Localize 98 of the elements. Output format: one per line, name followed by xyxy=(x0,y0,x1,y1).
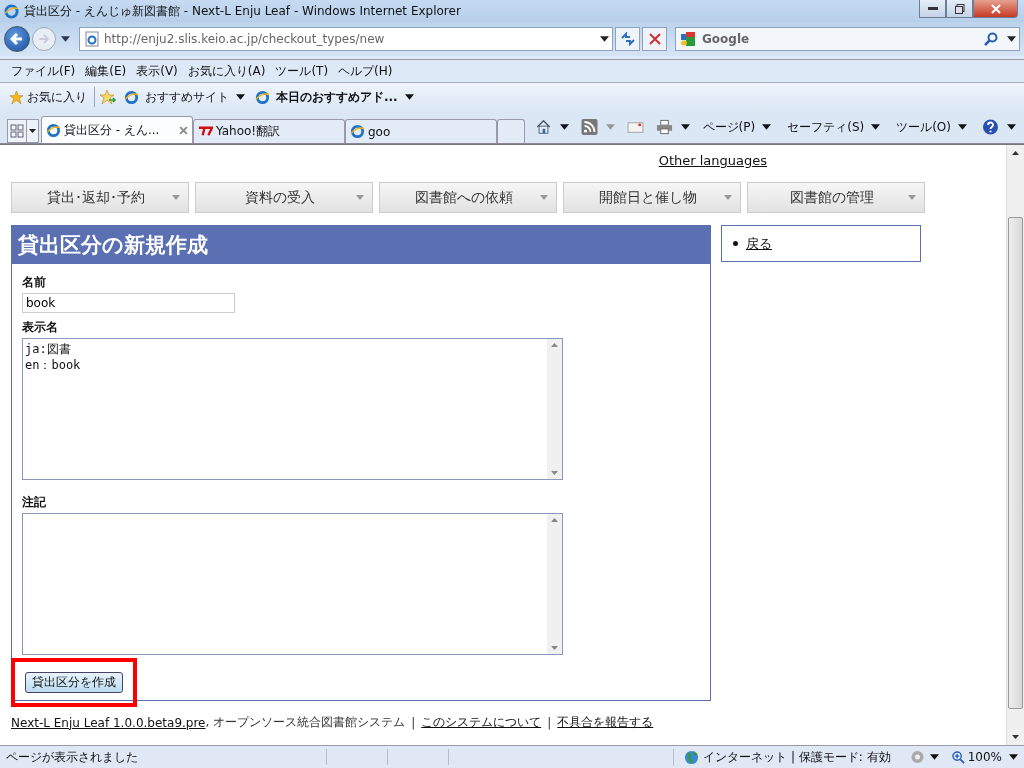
nav-menu-button[interactable]: 開館日と催し物 xyxy=(563,182,741,213)
command-menu[interactable]: セーフティ(S) xyxy=(784,118,884,136)
dropdown-arrow-icon[interactable] xyxy=(61,36,70,42)
scrollbar[interactable] xyxy=(1006,145,1024,745)
menu-item[interactable]: ヘルプ(H) xyxy=(333,62,398,80)
browser-tab[interactable]: goo xyxy=(345,119,497,143)
menu-item[interactable]: お気に入り(A) xyxy=(182,62,271,80)
favorites-button[interactable]: お気に入り xyxy=(6,88,90,106)
input-field[interactable]: book xyxy=(22,293,235,313)
dropdown-arrow-icon xyxy=(540,195,548,200)
menu-item[interactable]: ファイル(F) xyxy=(6,62,81,80)
dropdown-arrow-icon xyxy=(404,94,414,100)
address-field[interactable]: http://enju2.slis.keio.ac.jp/checkout_types/new xyxy=(79,27,613,51)
footer-link[interactable]: Next-L Enju Leaf 1.0.0.beta9.pre xyxy=(11,715,206,730)
left-arrow-icon xyxy=(9,31,25,47)
window-title: 貸出区分 - えんじゅ新図書館 - Next-L Enju Leaf - Windows Internet Explorer xyxy=(24,2,461,20)
nav-menu-button[interactable]: 貸出･返却･予約 xyxy=(11,182,189,213)
refresh-icon xyxy=(619,32,636,46)
dropdown-arrow-icon xyxy=(871,124,881,130)
star-icon xyxy=(9,89,24,105)
dropdown-arrow-icon[interactable] xyxy=(680,124,690,130)
back-button[interactable] xyxy=(4,26,30,52)
restore-icon xyxy=(954,3,965,14)
search-icon[interactable] xyxy=(984,32,998,46)
globe-icon xyxy=(684,749,700,765)
footer-text: | xyxy=(411,715,416,730)
printer-icon[interactable] xyxy=(655,119,673,135)
close-icon[interactable] xyxy=(179,125,188,135)
search-provider-icon xyxy=(680,31,696,47)
dropdown-arrow-icon[interactable] xyxy=(1009,754,1018,760)
home-icon[interactable] xyxy=(534,119,552,135)
scrollbar-thumb[interactable] xyxy=(1008,217,1023,709)
dropdown-arrow-icon[interactable] xyxy=(600,36,609,42)
dropdown-arrow-icon xyxy=(29,129,36,133)
favorites-bar-item[interactable]: 本日のおすすめアド... xyxy=(252,88,417,106)
footer-text: | xyxy=(547,715,552,730)
dropdown-arrow-icon[interactable] xyxy=(929,754,939,760)
dropdown-arrow-icon[interactable] xyxy=(559,124,569,130)
dropdown-arrow-icon xyxy=(724,195,732,200)
dropdown-arrow-icon xyxy=(958,124,967,130)
menu-item[interactable]: ツール(T) xyxy=(270,62,334,80)
field-label: 名前 xyxy=(22,274,46,291)
stop-button[interactable] xyxy=(642,27,667,51)
grid-icon xyxy=(10,124,24,138)
back-link[interactable]: 戻る xyxy=(746,234,772,253)
right-arrow-icon xyxy=(37,32,51,46)
favorites-bar-item[interactable]: おすすめサイト xyxy=(121,88,248,106)
browser-logo-icon xyxy=(124,89,139,105)
browser-logo-icon xyxy=(350,124,365,139)
page-heading: 貸出区分の新規作成 xyxy=(12,226,710,264)
nav-menu-button[interactable]: 図書館の管理 xyxy=(747,182,925,213)
footer-text: , オープンソース統合図書館システム xyxy=(205,714,406,729)
footer-link[interactable]: 不具合を報告する xyxy=(557,714,654,731)
security-zone: インターネット | 保護モード: 有効 xyxy=(703,748,891,766)
feed-icon[interactable] xyxy=(580,119,598,135)
menu-item[interactable]: 表示(V) xyxy=(131,62,183,80)
magnifier-icon xyxy=(951,750,965,764)
browser-logo-icon xyxy=(46,122,61,138)
menu-item[interactable]: 編集(E) xyxy=(80,62,132,80)
browser-logo-icon xyxy=(4,3,19,19)
dropdown-arrow-icon[interactable] xyxy=(1007,36,1016,42)
refresh-button[interactable] xyxy=(615,27,640,51)
tab-list-button[interactable] xyxy=(27,119,39,143)
up-arrow-icon[interactable] xyxy=(1012,151,1019,155)
search-box[interactable]: Google xyxy=(675,27,1020,51)
minimize-icon xyxy=(927,6,938,11)
nav-menu-button[interactable]: 資料の受入 xyxy=(195,182,373,213)
dropdown-arrow-icon[interactable] xyxy=(1007,124,1016,130)
footer-link[interactable]: このシステムについて xyxy=(421,714,542,731)
close-icon xyxy=(990,3,1001,14)
status-message: ページが表示されました xyxy=(6,748,139,766)
dropdown-arrow-icon xyxy=(236,94,245,100)
dropdown-arrow-icon xyxy=(762,124,772,130)
command-menu[interactable]: ページ(P) xyxy=(699,118,775,136)
dropdown-arrow-icon xyxy=(356,195,364,200)
close-icon xyxy=(648,33,661,45)
zoom-button[interactable]: 100% xyxy=(948,750,1005,764)
help-icon[interactable] xyxy=(982,119,999,135)
field-label: 注記 xyxy=(22,494,46,511)
dropdown-arrow-icon xyxy=(172,195,180,200)
minimize-button[interactable] xyxy=(919,0,946,18)
command-menu[interactable]: ツール(O) xyxy=(893,118,970,136)
close-button[interactable] xyxy=(973,0,1018,18)
down-arrow-icon[interactable] xyxy=(1012,735,1019,739)
browser-tab[interactable]: Yahoo!翻訳 xyxy=(193,119,345,143)
new-tab-button[interactable] xyxy=(497,119,525,143)
language-link[interactable]: Other languages xyxy=(658,153,767,173)
submit-button[interactable]: 貸出区分を作成 xyxy=(25,672,123,693)
nav-menu-button[interactable]: 図書館への依頼 xyxy=(379,182,557,213)
dropdown-arrow-icon xyxy=(908,195,916,200)
field-label: 表示名 xyxy=(22,319,58,336)
restore-button[interactable] xyxy=(946,0,973,18)
browser-tab[interactable]: 貸出区分 - えん... xyxy=(41,116,193,143)
browser-logo-icon xyxy=(255,89,270,105)
bullet-icon xyxy=(733,241,738,246)
search-field[interactable]: Google xyxy=(700,29,984,49)
add-favorite-icon[interactable] xyxy=(99,89,117,105)
page-icon xyxy=(84,31,100,47)
